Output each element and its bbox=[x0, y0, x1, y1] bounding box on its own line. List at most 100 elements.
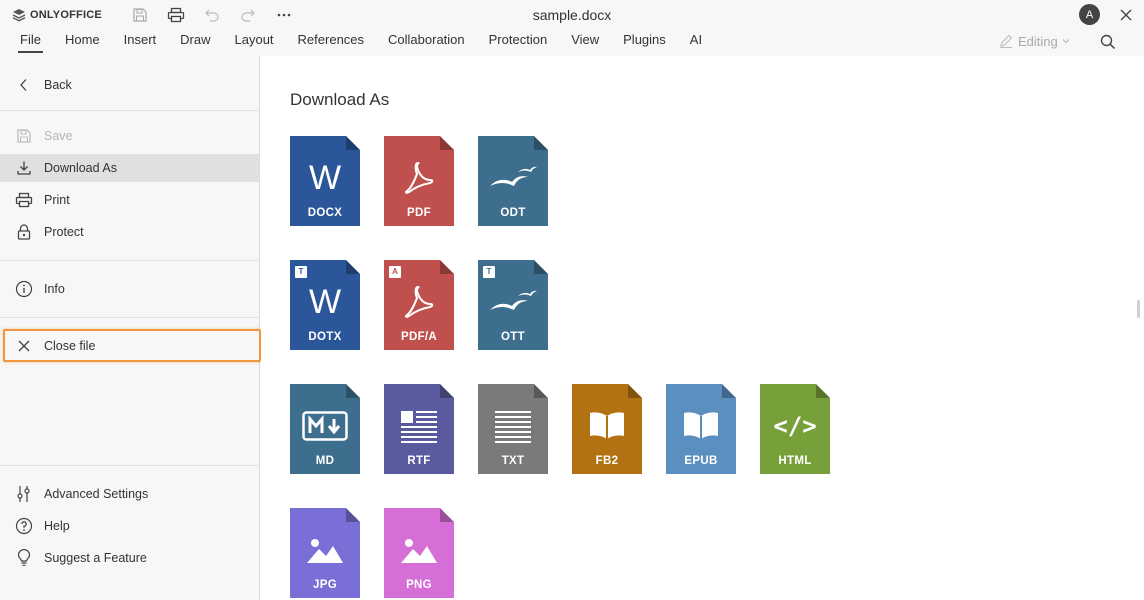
menu-divider bbox=[0, 110, 259, 111]
save-quick-button[interactable] bbox=[128, 4, 152, 26]
title-bar: ONLYOFFICE sample.docx A File Home Inser… bbox=[0, 0, 1144, 56]
format-label: FB2 bbox=[595, 455, 619, 467]
redo-button[interactable] bbox=[236, 4, 260, 26]
tab-references[interactable]: References bbox=[298, 31, 364, 53]
panel-title: Download As bbox=[290, 90, 390, 109]
W-glyph-icon: W bbox=[308, 158, 342, 197]
tab-protection[interactable]: Protection bbox=[489, 31, 548, 53]
format-label: DOCX bbox=[307, 207, 343, 219]
print-icon bbox=[167, 7, 185, 23]
tab-home[interactable]: Home bbox=[65, 31, 100, 53]
save-icon bbox=[133, 8, 147, 22]
format-label: PDF/A bbox=[401, 331, 437, 343]
sliders-icon bbox=[14, 485, 34, 503]
tab-plugins[interactable]: Plugins bbox=[623, 31, 666, 53]
tab-ai[interactable]: AI bbox=[690, 31, 702, 53]
undo-button[interactable] bbox=[200, 4, 224, 26]
menu-save-label: Save bbox=[44, 129, 73, 143]
format-jpg-button[interactable]: JPG bbox=[290, 508, 360, 598]
txt-glyph-icon bbox=[478, 406, 548, 446]
chevron-down-icon bbox=[1062, 39, 1070, 44]
onlyoffice-logo-icon bbox=[12, 9, 26, 22]
format-png-button[interactable]: PNG bbox=[384, 508, 454, 598]
tab-view[interactable]: View bbox=[571, 31, 599, 53]
html-glyph-icon: </> bbox=[773, 412, 817, 440]
menu-divider bbox=[0, 260, 259, 261]
format-label: EPUB bbox=[684, 455, 718, 467]
menu-suggest-feature[interactable]: Suggest a Feature bbox=[0, 544, 259, 572]
editing-mode-label: Editing bbox=[1018, 33, 1058, 49]
tab-insert[interactable]: Insert bbox=[124, 31, 157, 53]
format-ott-button[interactable]: T OTT bbox=[478, 260, 548, 350]
user-avatar[interactable]: A bbox=[1079, 4, 1100, 25]
search-button[interactable] bbox=[1097, 31, 1119, 53]
format-rtf-button[interactable]: RTF bbox=[384, 384, 454, 474]
menu-print-label: Print bbox=[44, 193, 70, 207]
menu-download-as-label: Download As bbox=[44, 161, 117, 175]
menu-advanced-settings[interactable]: Advanced Settings bbox=[0, 480, 259, 508]
menu-help-label: Help bbox=[44, 519, 70, 533]
format-pdf-a-button[interactable]: A PDF/A bbox=[384, 260, 454, 350]
format-html-button[interactable]: </> HTML bbox=[760, 384, 830, 474]
tab-draw[interactable]: Draw bbox=[180, 31, 210, 53]
format-epub-button[interactable]: EPUB bbox=[666, 384, 736, 474]
tab-file[interactable]: File bbox=[18, 31, 43, 53]
logo-text: ONLYOFFICE bbox=[30, 9, 102, 21]
download-as-panel: Download As W DOCX PDF ODT W T DOTX A PDF/A T OTT M… bbox=[261, 56, 1144, 600]
format-label: DOTX bbox=[308, 331, 342, 343]
menu-download-as[interactable]: Download As bbox=[0, 154, 259, 182]
tab-layout[interactable]: Layout bbox=[235, 31, 274, 53]
app-logo: ONLYOFFICE bbox=[12, 7, 102, 23]
editing-mode-dropdown[interactable]: Editing bbox=[998, 33, 1070, 49]
search-icon bbox=[1100, 34, 1116, 50]
menu-protect[interactable]: Protect bbox=[0, 218, 259, 246]
help-icon bbox=[14, 517, 34, 535]
menu-suggest-feature-label: Suggest a Feature bbox=[44, 551, 147, 565]
menu-back[interactable]: Back bbox=[0, 71, 259, 99]
menu-divider bbox=[0, 317, 259, 318]
main-tabs: File Home Insert Draw Layout References … bbox=[18, 31, 702, 53]
tab-collaboration[interactable]: Collaboration bbox=[388, 31, 465, 53]
format-badge: T bbox=[295, 266, 307, 278]
format-badge: A bbox=[389, 266, 401, 278]
format-md-button[interactable]: MD bbox=[290, 384, 360, 474]
format-label: TXT bbox=[501, 455, 525, 467]
menu-back-label: Back bbox=[44, 78, 72, 92]
print-icon bbox=[14, 191, 34, 209]
format-txt-button[interactable]: TXT bbox=[478, 384, 548, 474]
pencil-icon bbox=[1000, 34, 1013, 48]
close-window-button[interactable] bbox=[1115, 4, 1137, 26]
pdf-glyph-icon bbox=[384, 158, 454, 198]
more-quick-button[interactable] bbox=[272, 4, 296, 26]
format-fb2-button[interactable]: FB2 bbox=[572, 384, 642, 474]
format-label: RTF bbox=[407, 455, 431, 467]
undo-icon bbox=[205, 9, 219, 22]
md-glyph-icon bbox=[290, 406, 360, 446]
gulls-glyph-icon bbox=[478, 282, 548, 322]
menu-info[interactable]: Info bbox=[0, 275, 259, 303]
menu-save[interactable]: Save bbox=[0, 122, 259, 150]
image-glyph-icon bbox=[290, 530, 360, 570]
format-docx-button[interactable]: W DOCX bbox=[290, 136, 360, 226]
format-label: JPG bbox=[313, 579, 337, 591]
format-dotx-button[interactable]: W T DOTX bbox=[290, 260, 360, 350]
book-glyph-icon bbox=[666, 406, 736, 446]
menu-advanced-settings-label: Advanced Settings bbox=[44, 487, 149, 501]
download-icon bbox=[14, 159, 34, 177]
lightbulb-icon bbox=[14, 549, 34, 567]
print-quick-button[interactable] bbox=[164, 4, 188, 26]
format-label: ODT bbox=[500, 207, 526, 219]
menu-print[interactable]: Print bbox=[0, 186, 259, 214]
format-odt-button[interactable]: ODT bbox=[478, 136, 548, 226]
format-pdf-button[interactable]: PDF bbox=[384, 136, 454, 226]
format-label: PNG bbox=[406, 579, 432, 591]
menu-divider bbox=[0, 465, 259, 466]
format-label: MD bbox=[315, 455, 335, 467]
lock-icon bbox=[14, 223, 34, 241]
close-icon bbox=[1120, 9, 1132, 21]
menu-protect-label: Protect bbox=[44, 225, 84, 239]
scrollbar[interactable] bbox=[1137, 300, 1140, 318]
menu-help[interactable]: Help bbox=[0, 512, 259, 540]
file-menu-panel: Back Save Download As Print Protect Info… bbox=[0, 56, 261, 600]
info-icon bbox=[14, 280, 34, 298]
